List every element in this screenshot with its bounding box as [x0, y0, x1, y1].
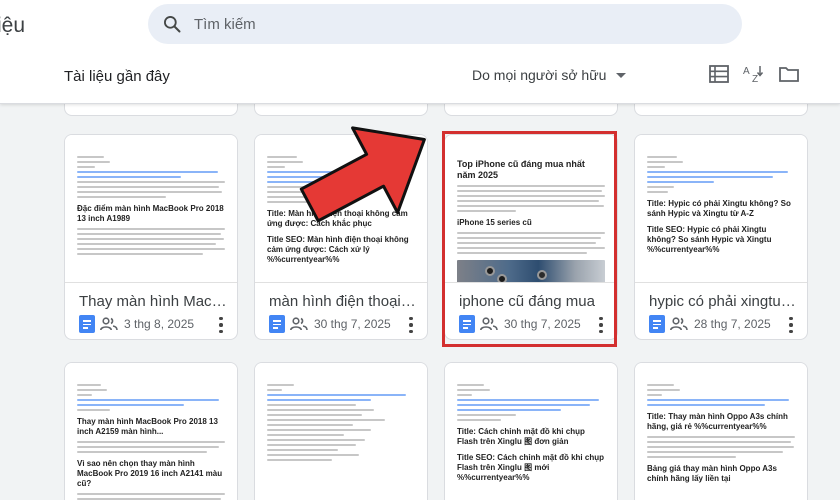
- previous-row-card[interactable]: [64, 104, 238, 116]
- annotation-arrow-icon: [299, 126, 426, 223]
- more-options-icon[interactable]: [591, 315, 611, 335]
- document-date: 30 thg 7, 2025: [504, 317, 581, 331]
- more-options-icon[interactable]: [781, 315, 801, 335]
- folder-icon[interactable]: [777, 62, 801, 86]
- document-date: 30 thg 7, 2025: [314, 317, 391, 331]
- previous-row-card[interactable]: [254, 104, 428, 116]
- document-title[interactable]: hypic có phải xingtu không: [649, 293, 799, 310]
- list-view-icon[interactable]: [707, 62, 731, 86]
- document-card[interactable]: Title: Hypic có phải Xingtu không? So sá…: [634, 134, 808, 340]
- top-bar: iệu Tài liệu gần đây Do mọi người sở hữu…: [0, 0, 840, 104]
- thumbnail-heading: Bảng giá thay màn hình Oppo A3s chính hã…: [647, 464, 777, 483]
- svg-text:A: A: [743, 66, 750, 77]
- document-card[interactable]: [254, 362, 428, 500]
- thumbnail-heading: Đặc điểm màn hình MacBook Pro 2018 13 in…: [77, 204, 224, 223]
- search-icon[interactable]: [162, 14, 182, 34]
- more-options-icon[interactable]: [401, 315, 421, 335]
- thumbnail-heading: Top iPhone cũ đáng mua nhất năm 2025: [457, 159, 585, 180]
- google-docs-icon: [269, 315, 285, 333]
- chevron-down-icon: [616, 72, 627, 78]
- owner-filter-dropdown[interactable]: Do mọi người sở hữu: [472, 64, 627, 86]
- thumbnail-heading: Title SEO: Hypic có phải Xingtu không? S…: [647, 225, 772, 254]
- thumbnail-heading: Title SEO: Màn hình điện thoại không cảm…: [267, 235, 409, 264]
- iphone-photo: [457, 260, 605, 282]
- thumbnail-heading: Title: Thay màn hình Oppo A3s chính hãng…: [647, 412, 788, 431]
- document-thumbnail: Đặc điểm màn hình MacBook Pro 2018 13 in…: [65, 135, 237, 283]
- app-title: iệu: [0, 14, 26, 37]
- document-card[interactable]: Đặc điểm màn hình MacBook Pro 2018 13 in…: [64, 134, 238, 340]
- document-thumbnail: Title: Cách chỉnh mặt đồ khi chụp Flash …: [445, 363, 617, 500]
- google-docs-icon: [649, 315, 665, 333]
- shared-people-icon: [100, 317, 118, 331]
- document-card[interactable]: Title: Cách chỉnh mặt đồ khi chụp Flash …: [444, 362, 618, 500]
- document-title[interactable]: màn hình điện thoại khôn...: [269, 293, 419, 310]
- document-date: 28 thg 7, 2025: [694, 317, 771, 331]
- document-thumbnail: Top iPhone cũ đáng mua nhất năm 2025 iPh…: [445, 135, 617, 283]
- document-title[interactable]: iphone cũ đáng mua: [459, 293, 609, 310]
- search-input[interactable]: [194, 15, 694, 33]
- svg-text:Z: Z: [752, 74, 758, 84]
- document-thumbnail: Thay màn hình MacBook Pro 2018 13 inch A…: [65, 363, 237, 500]
- document-card[interactable]: Thay màn hình MacBook Pro 2018 13 inch A…: [64, 362, 238, 500]
- thumbnail-heading: iPhone 15 series cũ: [457, 218, 532, 227]
- thumbnail-heading: Title: Hypic có phải Xingtu không? So sá…: [647, 199, 791, 218]
- shared-people-icon: [670, 317, 688, 331]
- google-docs-icon: [79, 315, 95, 333]
- document-title[interactable]: Thay màn hình MacBook ...: [79, 293, 229, 310]
- document-date: 3 thg 8, 2025: [124, 317, 195, 331]
- document-thumbnail: Title: Hypic có phải Xingtu không? So sá…: [635, 135, 807, 283]
- previous-row-card[interactable]: [444, 104, 618, 116]
- shared-people-icon: [480, 317, 498, 331]
- google-docs-icon: [459, 315, 475, 333]
- document-card[interactable]: Title: Thay màn hình Oppo A3s chính hãng…: [634, 362, 808, 500]
- shared-people-icon: [290, 317, 308, 331]
- recent-docs-title: Tài liệu gần đây: [64, 68, 170, 85]
- sort-az-icon[interactable]: A Z: [741, 62, 765, 86]
- previous-row-card[interactable]: [634, 104, 808, 116]
- thumbnail-heading: Thay màn hình MacBook Pro 2018 13 inch A…: [77, 417, 218, 436]
- more-options-icon[interactable]: [211, 315, 231, 335]
- thumbnail-heading: Title SEO: Cách chỉnh mặt đồ khi chụp Fl…: [457, 453, 604, 482]
- document-thumbnail: [255, 363, 427, 500]
- document-card[interactable]: Top iPhone cũ đáng mua nhất năm 2025 iPh…: [444, 134, 618, 340]
- thumbnail-heading: Vì sao nên chọn thay màn hình MacBook Pr…: [77, 459, 223, 488]
- search-bar[interactable]: [148, 4, 742, 44]
- owner-filter-label: Do mọi người sở hữu: [472, 67, 607, 83]
- thumbnail-heading: Title: Cách chỉnh mặt đồ khi chụp Flash …: [457, 427, 585, 446]
- document-thumbnail: Title: Thay màn hình Oppo A3s chính hãng…: [635, 363, 807, 500]
